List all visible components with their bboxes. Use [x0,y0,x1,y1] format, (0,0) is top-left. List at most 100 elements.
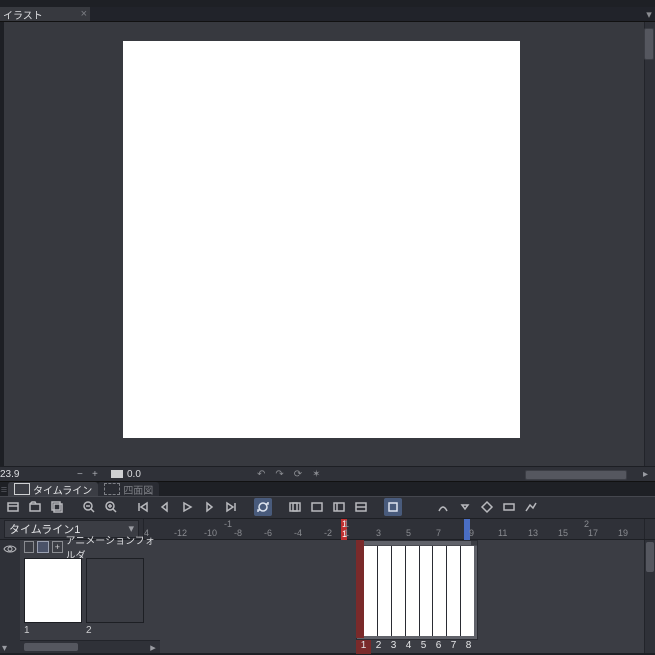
keyframe-dropdown[interactable] [456,498,474,516]
track-vertical-scrollbar[interactable] [644,540,655,653]
new-folder-button[interactable] [26,498,44,516]
rotate-left-icon[interactable]: ↶ [257,469,265,480]
ruler-tick: 15 [558,519,568,540]
folder-checkbox[interactable] [24,541,34,553]
cel-frame[interactable] [447,546,461,636]
track-visibility-column: ▾ [0,540,20,653]
keyframe-tool-button[interactable] [434,498,452,516]
cel-thumbnail[interactable]: 1 [24,558,82,636]
ruler-tick: 5 [406,519,411,540]
cel-number: 1 [24,623,82,636]
timeline-icon [14,483,30,495]
vertical-scrollbar[interactable] [644,22,655,466]
document-tab[interactable]: イラスト × [0,7,90,21]
panel-grip-icon[interactable]: ≡ [0,484,8,496]
ruler-tick: -4 [294,519,302,540]
canvas[interactable] [123,41,520,438]
prev-frame-button[interactable] [156,498,174,516]
new-cel-button[interactable] [48,498,66,516]
ruler-tick: -10 [204,519,217,540]
rotation-value[interactable]: 0.0 [127,467,177,481]
cel-number: 2 [86,623,144,636]
show-thumbnails-button[interactable] [384,498,402,516]
graph-editor-button[interactable] [500,498,518,516]
four-view-icon [104,483,120,495]
go-end-button[interactable] [222,498,240,516]
zoom-in-timeline-button[interactable] [102,498,120,516]
ruler-tick: 13 [528,519,538,540]
frame-number: 7 [446,640,461,654]
ruler-tick: 19 [618,519,628,540]
zoom-out-button[interactable]: − [77,467,92,481]
frame-ruler[interactable]: 1 1 4-12-10-8-6-4-2135791113151719-112 [143,519,644,540]
clip-edit-button[interactable] [330,498,348,516]
track-content[interactable]: 12345678 [160,540,655,653]
cel-image [86,558,144,623]
display-quality-icon[interactable]: ✶ [312,469,320,480]
cel-thumbnail-row: 1 2 [20,554,160,640]
cel-thumbnail[interactable]: 2 [86,558,144,636]
frame-number: 2 [371,640,386,654]
track-area: ▾ + アニメーションフォルダ 1 2 ▸ [0,539,655,653]
visibility-icon[interactable] [3,544,17,554]
scrollbar-thumb[interactable] [646,542,654,572]
play-button[interactable] [178,498,196,516]
cel-frame[interactable] [420,546,434,636]
zoom-out-timeline-button[interactable] [80,498,98,516]
document-title: イラスト [3,7,43,22]
clip-start-handle[interactable] [356,540,364,638]
ruler-tick: 4 [144,519,149,540]
frame-number-row: 12345678 [356,640,476,654]
ruler-tick: 7 [436,519,441,540]
new-timeline-button[interactable] [4,498,22,516]
add-keyframe-button[interactable] [478,498,496,516]
reset-rotation-icon[interactable]: ⟳ [294,469,302,480]
frame-number: 6 [431,640,446,654]
document-tab-bar: イラスト × ▾ [0,7,655,21]
frame-number: 4 [401,640,416,654]
ruler-tick: 9 [469,519,474,540]
cel-image [24,558,82,623]
cel-strip [364,546,474,636]
cel-spec-button[interactable] [352,498,370,516]
next-frame-button[interactable] [200,498,218,516]
go-start-button[interactable] [134,498,152,516]
zoom-value[interactable]: 23.9 [0,467,77,481]
scrollbar-thumb[interactable] [525,470,627,480]
cel-frame[interactable] [392,546,406,636]
scrollbar-thumb[interactable] [644,28,654,60]
ruler-tick: -8 [234,519,242,540]
tab-four-view[interactable]: 四面図 [98,482,159,496]
folder-icon [37,541,49,553]
fit-screen-button[interactable] [111,470,123,478]
cel-frame[interactable] [433,546,447,636]
ruler-tick: -2 [324,519,332,540]
expand-icon[interactable]: + [52,541,62,553]
cel-frame[interactable] [406,546,420,636]
scroll-right-icon[interactable]: ▸ [148,641,158,654]
close-icon[interactable]: × [81,8,87,20]
cel-frame[interactable] [378,546,392,636]
frame-number: 8 [461,640,476,654]
cel-scrollbar[interactable]: ▸ [20,640,160,653]
frame-number: 5 [416,640,431,654]
onion-settings-button[interactable] [308,498,326,516]
tab-timeline[interactable]: タイムライン [8,482,98,496]
canvas-viewport[interactable] [0,21,655,466]
canvas-status-bar: 23.9 − + 0.0 ↶ ↷ ⟳ ✶ ▸ [0,466,655,481]
tab-list-dropdown[interactable]: ▾ [643,7,655,21]
onion-skin-button[interactable] [286,498,304,516]
horizontal-scrollbar[interactable] [325,469,639,479]
collapse-icon[interactable]: ▾ [2,643,12,654]
rotate-right-icon[interactable]: ↷ [275,469,283,480]
scrollbar-thumb[interactable] [24,643,78,651]
animation-folder-row[interactable]: + アニメーションフォルダ [20,540,160,554]
tab-label: タイムライン [33,482,92,497]
cel-frame[interactable] [461,546,474,636]
interpolation-button[interactable] [522,498,540,516]
loop-button[interactable] [254,498,272,516]
scroll-right-button[interactable]: ▸ [643,467,655,481]
zoom-in-button[interactable]: + [92,467,107,481]
frame-number: 3 [386,640,401,654]
cel-frame[interactable] [364,546,378,636]
